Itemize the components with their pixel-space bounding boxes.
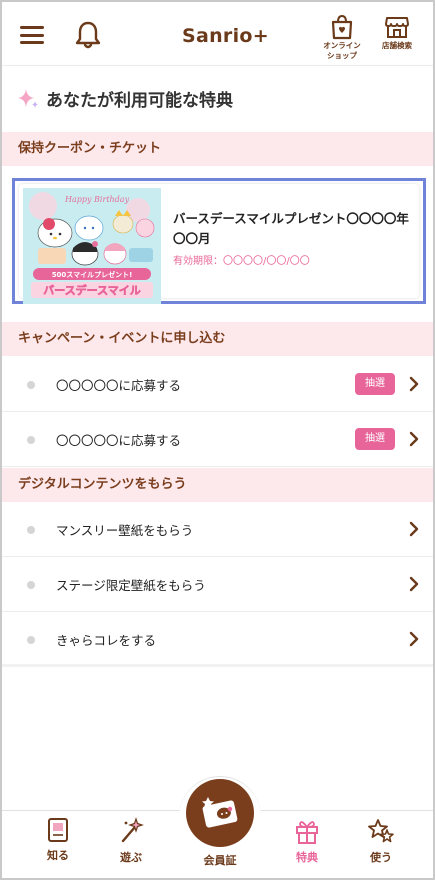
store-search-button[interactable]: 店舗検索 — [371, 14, 423, 50]
online-shop-label-1: オンライン — [323, 41, 361, 50]
coupon-image-script: Happy Birthday — [64, 195, 130, 204]
book-icon — [48, 818, 68, 842]
store-icon — [385, 17, 409, 38]
campaign-row-label: 〇〇〇〇〇に応募する — [56, 433, 182, 448]
nav-item-use[interactable]: 使う — [351, 817, 411, 865]
coupons-section-header: 保持クーポン・チケット — [2, 132, 433, 166]
lottery-badge: 抽選 — [355, 373, 395, 395]
coupon-expiry: 有効期限：〇〇〇〇/〇〇/〇〇 — [173, 256, 310, 267]
shopping-bag-icon — [331, 14, 353, 40]
coupon-card[interactable]: Happy Birthday 500スマイルプレゼント! バースデースマイル バ… — [19, 184, 419, 304]
page-title-text: あなたが利用可能な特典 — [46, 91, 233, 111]
coupon-image-banner-top: 500スマイルプレゼント! — [52, 270, 133, 279]
bullet-dot — [27, 381, 35, 389]
chevron-right-icon — [409, 576, 419, 592]
nav-label-member-card: 会員証 — [203, 854, 237, 867]
digital-row-1[interactable]: マンスリー壁紙をもらう — [2, 502, 433, 557]
app-logo[interactable]: Sanrio+ — [182, 25, 269, 47]
nav-item-learn[interactable]: 知る — [28, 817, 88, 863]
chevron-right-icon — [409, 631, 419, 647]
nav-label-learn: 知る — [47, 849, 69, 862]
magic-wand-icon — [121, 817, 144, 843]
bullet-dot — [27, 636, 35, 644]
digital-row-label: きゃらコレをする — [56, 633, 157, 648]
digital-row-3[interactable]: きゃらコレをする — [2, 612, 433, 667]
nav-item-play[interactable]: 遊ぶ — [101, 817, 161, 865]
campaign-row-1[interactable]: 〇〇〇〇〇に応募する 抽選 — [2, 357, 433, 412]
coupon-card-selected[interactable]: Happy Birthday 500スマイルプレゼント! バースデースマイル バ… — [12, 178, 426, 304]
bullet-dot — [27, 581, 35, 589]
page-title: あなたが利用可能な特典 — [16, 86, 233, 111]
chevron-right-icon — [409, 431, 419, 447]
digital-row-label: ステージ限定壁紙をもらう — [56, 578, 206, 593]
gift-icon — [296, 821, 318, 844]
chevron-right-icon — [409, 521, 419, 537]
campaign-row-label: 〇〇〇〇〇に応募する — [56, 378, 182, 393]
coupon-image: Happy Birthday 500スマイルプレゼント! バースデースマイル — [23, 188, 161, 304]
coupon-image-banner-main: バースデースマイル — [43, 283, 141, 297]
bell-icon[interactable] — [74, 20, 102, 50]
lottery-badge: 抽選 — [355, 428, 395, 450]
campaign-row-2[interactable]: 〇〇〇〇〇に応募する 抽選 — [2, 412, 433, 467]
app-header: Sanrio+ オンライン ショップ 店舗検索 — [2, 2, 433, 66]
member-card-icon — [202, 797, 238, 828]
online-shop-button[interactable]: オンライン ショップ — [316, 14, 368, 60]
stars-icon — [368, 819, 394, 843]
sparkle-icon — [18, 88, 38, 108]
nav-label-use: 使う — [370, 851, 392, 864]
coupon-title: バースデースマイルプレゼント〇〇〇〇年〇〇月 — [173, 211, 409, 246]
app-frame: Sanrio+ オンライン ショップ 店舗検索 あなたが利用可能な特典 保持クー… — [0, 0, 435, 880]
online-shop-label-2: ショップ — [327, 51, 357, 60]
store-search-label: 店舗検索 — [382, 41, 412, 50]
menu-icon[interactable] — [20, 26, 44, 44]
digital-row-2[interactable]: ステージ限定壁紙をもらう — [2, 557, 433, 612]
campaign-section-header: キャンペーン・イベントに申し込む — [2, 322, 433, 356]
bullet-dot — [27, 436, 35, 444]
nav-item-benefits[interactable]: 特典 — [277, 817, 337, 865]
digital-section-header: デジタルコンテンツをもらう — [2, 468, 433, 502]
digital-row-label: マンスリー壁紙をもらう — [56, 523, 194, 538]
nav-label-play: 遊ぶ — [120, 851, 142, 864]
nav-label-benefits: 特典 — [296, 851, 318, 864]
member-card-button[interactable] — [186, 779, 254, 847]
chevron-right-icon — [409, 376, 419, 392]
bullet-dot — [27, 526, 35, 534]
